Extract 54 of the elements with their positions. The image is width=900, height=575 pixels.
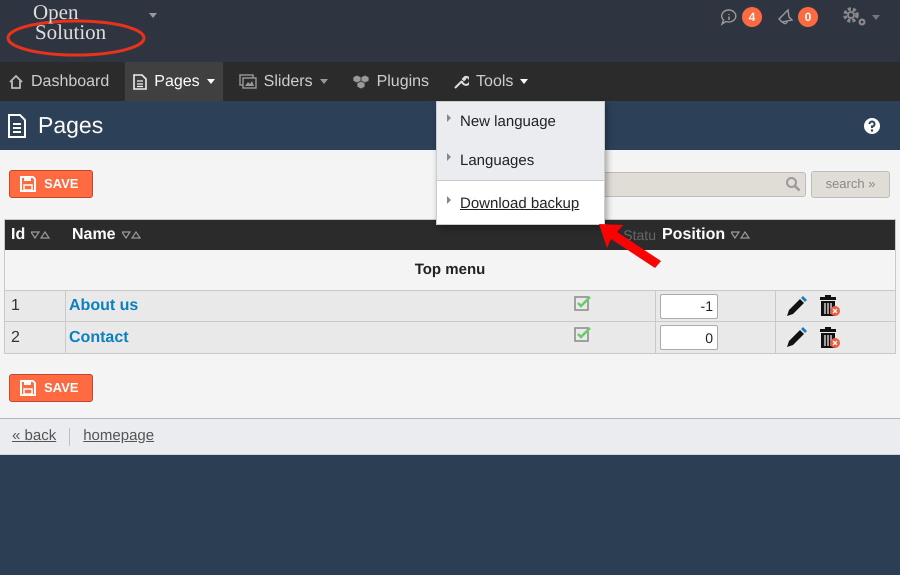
id-cell-text: 2 bbox=[11, 328, 20, 348]
status-checkbox[interactable] bbox=[574, 326, 592, 342]
sort-icon[interactable] bbox=[731, 231, 750, 239]
position-field[interactable]: 0 bbox=[660, 325, 718, 350]
menu-item[interactable]: New language bbox=[437, 102, 604, 141]
nav-tab[interactable]: Dashboard bbox=[0, 62, 118, 101]
document-icon bbox=[8, 114, 26, 138]
bell-icon[interactable] bbox=[776, 8, 794, 26]
home-icon bbox=[8, 74, 24, 90]
images-icon bbox=[238, 74, 257, 89]
nav-label: Plugins bbox=[376, 72, 430, 92]
nav-tab[interactable]: Tools bbox=[445, 62, 536, 101]
page-link[interactable]: About us bbox=[69, 294, 138, 318]
nav-label: Tools bbox=[476, 72, 514, 92]
column-header: Name bbox=[72, 225, 116, 245]
trash-icon[interactable] bbox=[819, 295, 841, 317]
status-checkbox[interactable] bbox=[574, 295, 592, 311]
nav-tab[interactable]: Sliders bbox=[230, 62, 336, 101]
pencil-icon[interactable] bbox=[786, 296, 807, 316]
count-badge: 4 bbox=[742, 7, 762, 27]
nav-label: Sliders bbox=[264, 72, 313, 92]
menu-item[interactable]: Download backup bbox=[437, 180, 604, 224]
caret-icon bbox=[149, 13, 157, 18]
column-header: Id bbox=[11, 225, 26, 245]
help-icon[interactable] bbox=[864, 118, 880, 134]
settings-icon[interactable] bbox=[842, 6, 868, 28]
bullet-icon bbox=[447, 153, 451, 161]
bullet-icon bbox=[447, 196, 451, 204]
wrench-icon bbox=[453, 74, 470, 90]
group-label: Top menu bbox=[414, 260, 486, 280]
caret-icon bbox=[872, 14, 880, 20]
search-icon bbox=[785, 176, 801, 192]
cubes-icon bbox=[352, 74, 370, 90]
id-cell-text: 1 bbox=[11, 296, 20, 316]
document-icon bbox=[133, 74, 148, 90]
column-header: Position bbox=[662, 225, 726, 245]
bullet-icon bbox=[447, 114, 451, 122]
count-badge: 0 bbox=[798, 7, 818, 27]
page-title: Pages bbox=[38, 111, 104, 140]
footer-link[interactable]: « back bbox=[12, 425, 56, 448]
trash-icon[interactable] bbox=[819, 326, 841, 348]
nav-label: Dashboard bbox=[31, 72, 110, 92]
nav-label: Pages bbox=[154, 72, 200, 92]
sort-icon[interactable] bbox=[31, 231, 50, 239]
menu-item[interactable]: Languages bbox=[437, 141, 604, 180]
pencil-icon[interactable] bbox=[786, 327, 807, 348]
page-link[interactable]: Contact bbox=[69, 326, 129, 350]
footer-link[interactable]: homepage bbox=[83, 425, 154, 448]
speech-bubble-icon[interactable] bbox=[720, 8, 738, 26]
nav-tab[interactable]: Plugins bbox=[344, 62, 438, 101]
position-field[interactable]: -1 bbox=[660, 294, 718, 318]
arrow-icon bbox=[597, 221, 663, 269]
sort-icon[interactable] bbox=[122, 231, 141, 239]
nav-tab[interactable]: Pages bbox=[125, 62, 223, 101]
